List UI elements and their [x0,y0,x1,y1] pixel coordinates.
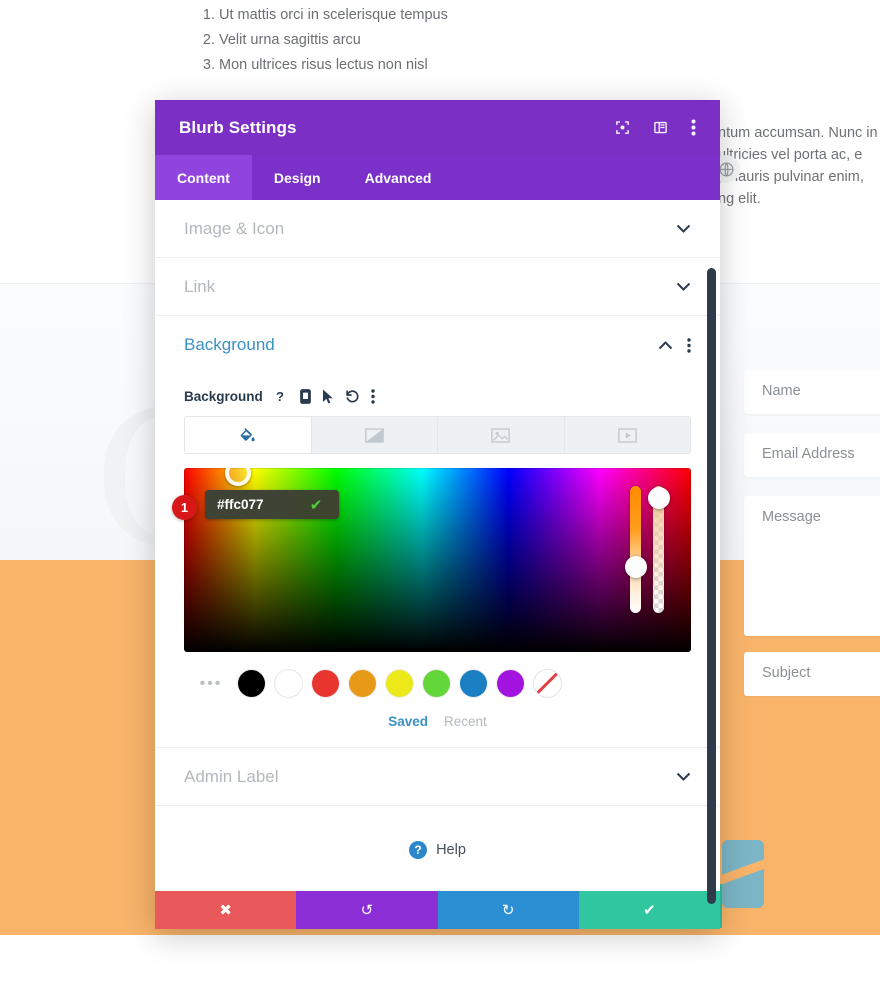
section-label: Admin Label [184,766,279,786]
cancel-button[interactable]: ✖ [155,891,297,929]
hue-slider-knob[interactable] [624,556,647,578]
swatch-red[interactable] [312,670,339,697]
page-scrollbar[interactable] [707,268,716,904]
hue-slider[interactable] [624,486,647,613]
swatch-white[interactable] [275,670,302,697]
svg-text:?: ? [276,389,284,404]
bg-color-tab[interactable] [185,417,312,453]
subject-field[interactable]: Subject [744,652,880,696]
help-row[interactable]: ? Help [155,806,720,891]
background-type-tabs [184,416,691,454]
hex-confirm-button[interactable]: ✔ [293,490,339,519]
annotation-marker-1: 1 [172,495,197,520]
paragraph-line: , mauris pulvinar enim, [718,169,864,185]
color-picker-wrap: #ffc077 ✔ 1 [172,468,691,652]
modal-title: Blurb Settings [179,117,297,137]
undo-button[interactable]: ↺ [296,891,438,929]
page-footer-band [0,935,880,981]
focus-target-icon[interactable] [615,120,630,135]
cursor-pointer-icon[interactable] [322,389,334,404]
swatch-more-icon[interactable]: ••• [194,675,228,693]
layout-panel-icon[interactable] [653,120,668,135]
help-question-icon: ? [409,841,428,859]
section-image-and-icon[interactable]: Image & Icon [155,200,720,258]
list-item: Ut mattis orci in scelerisque tempus [219,8,617,23]
modal-body: Image & Icon Link Background Background … [155,200,720,891]
bg-gradient-tab[interactable] [311,417,438,453]
bg-video-tab[interactable] [564,417,690,453]
swatch-green[interactable] [423,670,450,697]
message-field[interactable]: Message [744,496,880,636]
color-swatch-row: ••• [184,670,691,697]
swatch-yellow[interactable] [386,670,413,697]
list-item: Mon ultrices risus lectus non nisl [219,58,617,73]
modal-header-icons [615,119,696,136]
email-field[interactable]: Email Address [744,433,880,477]
swatch-purple[interactable] [497,670,524,697]
tab-content[interactable]: Content [155,155,252,200]
section-label: Image & Icon [184,218,285,238]
paragraph-line: ultricies vel porta ac, e [718,147,863,163]
palette-tab-recent[interactable]: Recent [444,714,487,729]
background-panel: Background ? #ffc077 ✔ 1 ••• Saved Recen… [155,374,720,748]
more-vertical-icon[interactable] [371,389,375,404]
modal-tab-bar: Content Design Advanced [155,155,720,200]
name-field[interactable]: Name [744,370,880,414]
help-question-icon[interactable]: ? [276,389,289,404]
redo-button[interactable]: ↻ [437,891,579,929]
swatch-transparent[interactable] [534,670,561,697]
modal-header: Blurb Settings [155,100,720,155]
more-vertical-icon[interactable] [691,119,696,136]
mobile-device-icon[interactable] [299,389,311,404]
screen: C Ut mattis orci in scelerisque tempus V… [0,0,880,981]
paragraph-line: ntum accumsan. Nunc in so [718,125,880,141]
swatch-blue[interactable] [460,670,487,697]
page-ordered-list: Ut mattis orci in scelerisque tempus Vel… [197,8,617,83]
blurb-settings-modal: Blurb Settings Content Design Advanced I… [155,100,720,929]
help-label: Help [436,842,466,858]
alpha-slider-knob[interactable] [647,487,670,509]
list-item: Velit urna sagittis arcu [219,33,617,48]
hex-input-box: #ffc077 ✔ [205,490,339,519]
swatch-orange[interactable] [349,670,376,697]
section-more-vertical-icon[interactable] [687,337,691,353]
palette-tab-saved[interactable]: Saved [388,714,428,729]
tab-advanced[interactable]: Advanced [343,155,454,200]
color-picker-handle[interactable] [225,468,251,486]
chevron-down-icon [676,772,691,781]
background-field-label-row: Background ? [184,389,691,404]
hex-input[interactable]: #ffc077 [205,490,293,519]
chevron-down-icon [676,282,691,291]
section-link[interactable]: Link [155,258,720,316]
save-button[interactable]: ✔ [578,891,720,929]
modal-footer: ✖ ↺ ↻ ✔ [155,891,720,929]
chevron-down-icon [676,224,691,233]
section-label: Link [184,276,216,296]
swatch-black[interactable] [238,670,265,697]
paragraph-line: ng elit. [718,191,761,207]
page-paragraph: ntum accumsan. Nunc in so ultricies vel … [718,122,880,210]
bg-image-tab[interactable] [438,417,565,453]
background-field-label: Background [184,389,263,404]
section-background[interactable]: Background [155,316,720,374]
chevron-up-icon [658,340,673,350]
alpha-slider[interactable] [647,486,670,613]
palette-tabs: Saved Recent [184,714,691,729]
undo-reset-icon[interactable] [345,389,360,404]
section-label: Background [184,335,275,354]
tab-design[interactable]: Design [252,155,343,200]
decorative-teal-shape [722,840,764,908]
section-admin-label[interactable]: Admin Label [155,748,720,806]
